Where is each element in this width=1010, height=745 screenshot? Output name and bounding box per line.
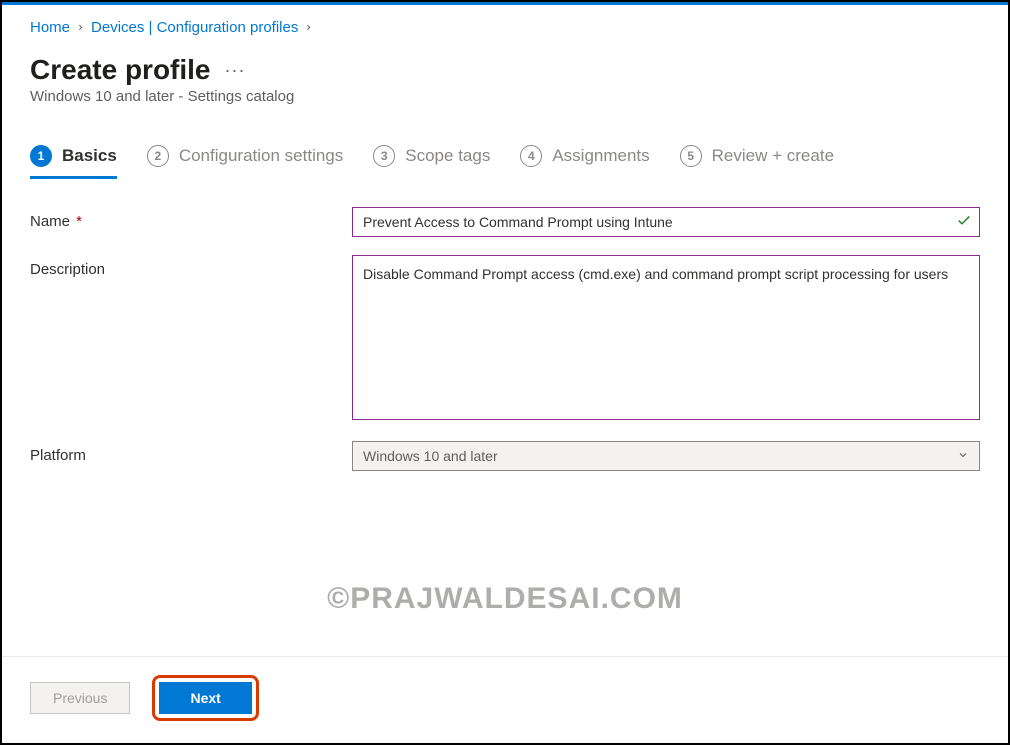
description-textarea[interactable]: Disable Command Prompt access (cmd.exe) … (352, 255, 980, 420)
next-button[interactable]: Next (159, 682, 251, 714)
page-subtitle: Windows 10 and later - Settings catalog (30, 88, 980, 105)
tab-scope-tags[interactable]: 3 Scope tags (373, 145, 490, 177)
tab-label: Basics (62, 146, 117, 166)
platform-label: Platform (30, 441, 352, 471)
breadcrumb: Home Devices | Configuration profiles (30, 19, 980, 36)
chevron-right-icon (76, 20, 85, 35)
watermark: ©PRAJWALDESAI.COM (327, 582, 683, 616)
tab-label: Review + create (712, 146, 834, 166)
tab-number: 4 (520, 145, 542, 167)
tab-label: Configuration settings (179, 146, 343, 166)
footer-actions: Previous Next (2, 656, 1008, 743)
platform-select: Windows 10 and later (352, 441, 980, 471)
next-button-highlight: Next (152, 675, 258, 721)
previous-button[interactable]: Previous (30, 682, 130, 714)
tab-assignments[interactable]: 4 Assignments (520, 145, 649, 177)
wizard-tabs: 1 Basics 2 Configuration settings 3 Scop… (30, 145, 980, 177)
name-input[interactable] (352, 207, 980, 237)
tab-label: Scope tags (405, 146, 490, 166)
chevron-down-icon (957, 448, 969, 464)
tab-number: 2 (147, 145, 169, 167)
check-icon (956, 213, 972, 232)
tab-review-create[interactable]: 5 Review + create (680, 145, 834, 177)
page-title: Create profile (30, 54, 211, 86)
tab-label: Assignments (552, 146, 649, 166)
description-label: Description (30, 255, 352, 423)
required-indicator: * (72, 213, 82, 230)
tab-configuration-settings[interactable]: 2 Configuration settings (147, 145, 343, 177)
chevron-right-icon (304, 20, 313, 35)
breadcrumb-home[interactable]: Home (30, 19, 70, 36)
name-label: Name * (30, 207, 352, 237)
tab-number: 3 (373, 145, 395, 167)
tab-number: 1 (30, 145, 52, 167)
more-actions-button[interactable]: ··· (225, 60, 246, 81)
platform-value: Windows 10 and later (363, 448, 498, 464)
tab-basics[interactable]: 1 Basics (30, 145, 117, 177)
tab-number: 5 (680, 145, 702, 167)
breadcrumb-devices[interactable]: Devices | Configuration profiles (91, 19, 298, 36)
